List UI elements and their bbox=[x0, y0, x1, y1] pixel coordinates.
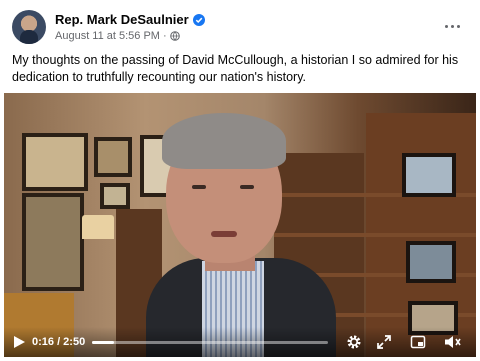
framed-poster bbox=[22, 133, 88, 191]
video-time: 0:16 / 2:50 bbox=[32, 336, 86, 348]
more-options-button[interactable] bbox=[440, 16, 464, 36]
more-dot bbox=[450, 24, 454, 28]
framed-portrait bbox=[94, 137, 132, 177]
person-eye bbox=[240, 185, 254, 189]
more-dot bbox=[444, 24, 448, 28]
volume-icon[interactable] bbox=[444, 334, 462, 350]
author-name[interactable]: Rep. Mark DeSaulnier bbox=[55, 12, 189, 27]
play-icon[interactable] bbox=[12, 335, 26, 349]
globe-icon bbox=[169, 31, 180, 41]
meta-separator: · bbox=[162, 30, 167, 42]
progress-fill bbox=[92, 341, 115, 344]
person-hair bbox=[162, 113, 286, 169]
shelf-photo bbox=[406, 241, 456, 283]
avatar[interactable] bbox=[12, 10, 46, 44]
shelf-row bbox=[274, 233, 476, 237]
author-row: Rep. Mark DeSaulnier bbox=[55, 12, 205, 27]
picture-in-picture-icon[interactable] bbox=[410, 334, 426, 350]
post-timestamp[interactable]: August 11 at 5:56 PM bbox=[55, 30, 160, 42]
person-eye bbox=[192, 185, 206, 189]
verified-badge-icon bbox=[192, 13, 205, 26]
lamp bbox=[82, 215, 114, 239]
post-text: My thoughts on the passing of David McCu… bbox=[12, 53, 459, 84]
more-dot bbox=[456, 24, 460, 28]
framed-photo bbox=[100, 183, 130, 209]
person-mouth bbox=[211, 231, 237, 237]
framed-painting bbox=[22, 193, 84, 291]
gear-icon[interactable] bbox=[346, 334, 362, 350]
shelf-photo bbox=[402, 153, 456, 197]
video-player[interactable]: 0:16 / 2:50 bbox=[4, 93, 476, 357]
post-header: Rep. Mark DeSaulnier August 11 at 5:56 P… bbox=[12, 10, 468, 46]
expand-icon[interactable] bbox=[376, 334, 392, 350]
video-controls: 0:16 / 2:50 bbox=[4, 327, 476, 357]
post-meta: August 11 at 5:56 PM · bbox=[55, 30, 180, 42]
progress-bar[interactable] bbox=[92, 341, 328, 344]
